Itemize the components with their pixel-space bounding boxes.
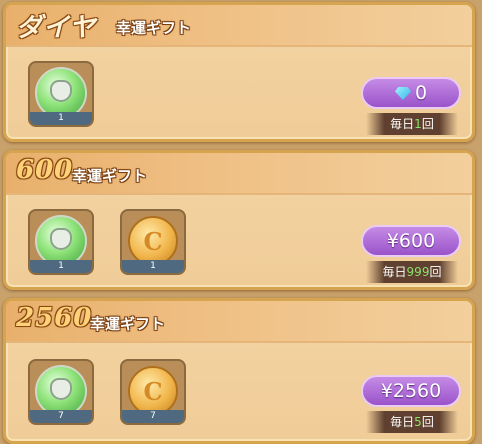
- reward-item[interactable]: 7: [28, 359, 94, 425]
- gold-coin-icon: C: [128, 366, 178, 416]
- item-count: 1: [122, 260, 184, 273]
- panel-title-small: 幸運ギフト: [90, 315, 166, 333]
- item-count: 7: [30, 410, 92, 423]
- item-count: 1: [30, 112, 92, 125]
- panel-title-big: 2560: [16, 303, 93, 333]
- panel-title-big: ダイヤ: [16, 13, 97, 43]
- price-label: ¥2560: [380, 380, 442, 402]
- daily-limit: 毎日999回: [366, 261, 458, 283]
- limit-number: 5: [414, 415, 422, 429]
- panel-header: 2560 幸運ギフト: [6, 301, 472, 343]
- diamond-icon: [394, 87, 411, 100]
- gift-panel-2560: 2560 幸運ギフト 7 C 7 ¥2560 毎日5回: [3, 298, 475, 444]
- limit-suffix: 回: [429, 265, 442, 279]
- panel-title-big: 600: [16, 155, 74, 185]
- price-label: ¥600: [386, 230, 436, 252]
- limit-suffix: 回: [421, 415, 434, 429]
- daily-limit: 毎日5回: [366, 411, 458, 433]
- buy-button[interactable]: ¥600: [361, 225, 461, 257]
- buy-button[interactable]: 0: [361, 77, 461, 109]
- limit-suffix: 回: [421, 117, 434, 131]
- reward-item[interactable]: 1: [28, 209, 94, 275]
- panel-title-small: 幸運ギフト: [72, 167, 148, 185]
- reward-item[interactable]: C 7: [120, 359, 186, 425]
- panel-title-small: 幸運ギフト: [116, 19, 192, 37]
- limit-prefix: 毎日: [390, 415, 415, 429]
- reward-item[interactable]: 1: [28, 61, 94, 127]
- item-count: 1: [30, 260, 92, 273]
- daily-limit: 毎日1回: [366, 113, 458, 135]
- limit-prefix: 毎日: [390, 117, 415, 131]
- gold-coin-icon: C: [128, 216, 178, 266]
- gift-panel-diamond: ダイヤ 幸運ギフト 1 0 毎日1回: [3, 2, 475, 142]
- limit-number: 999: [406, 265, 430, 279]
- reward-item[interactable]: C 1: [120, 209, 186, 275]
- panel-header: 600 幸運ギフト: [6, 153, 472, 195]
- limit-prefix: 毎日: [382, 265, 407, 279]
- limit-number: 1: [414, 117, 422, 131]
- gift-panel-600: 600 幸運ギフト 1 C 1 ¥600 毎日999回: [3, 150, 475, 290]
- panel-header: ダイヤ 幸運ギフト: [6, 5, 472, 47]
- item-count: 7: [122, 410, 184, 423]
- buy-button[interactable]: ¥2560: [361, 375, 461, 407]
- price-label: 0: [414, 82, 428, 104]
